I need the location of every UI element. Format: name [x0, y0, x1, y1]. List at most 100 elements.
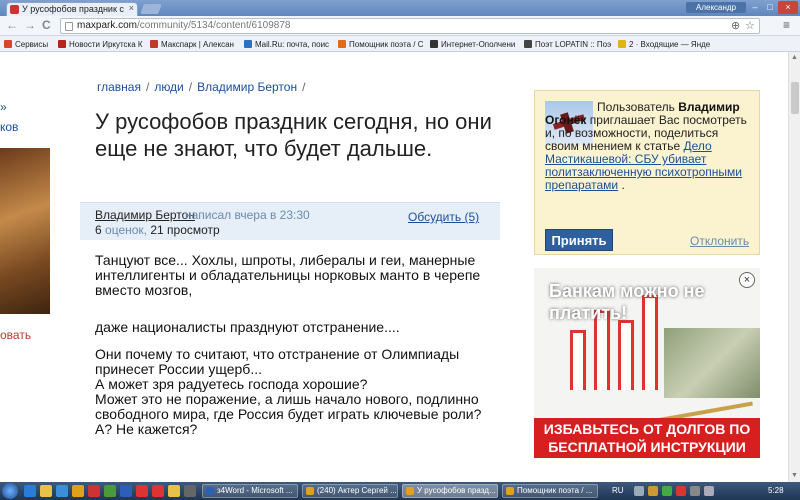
close-window-button[interactable]: × [778, 1, 798, 14]
tab-close-icon[interactable]: × [129, 3, 134, 13]
ad-footer-banner[interactable]: ИЗБАВЬТЕСЬ ОТ ДОЛГОВ ПО БЕСПЛАТНОЙ ИНСТР… [534, 418, 760, 458]
word-icon[interactable] [120, 485, 132, 497]
views-count: 21 просмотр [150, 223, 220, 237]
bookmark-item[interactable]: Сервисы [4, 38, 48, 50]
scroll-thumb[interactable] [791, 82, 799, 114]
clock[interactable]: 5:28 [768, 486, 784, 495]
bookmark-star-icon[interactable]: ☆ [745, 19, 755, 32]
page-scrollbar[interactable]: ▲ ▼ [788, 52, 800, 482]
tray-icon[interactable] [662, 486, 672, 496]
article-paragraph: даже националисты празднуют отстранение.… [95, 319, 400, 335]
author-link[interactable]: Владимир Бертон [95, 208, 195, 222]
scroll-up-icon[interactable]: ▲ [791, 54, 798, 61]
article-stats: 6 оценок, 21 просмотр [95, 223, 220, 237]
browser-title-bar: У русофобов праздник с × Александр – □ × [0, 0, 800, 16]
left-column-link[interactable]: » [0, 100, 7, 114]
tray-icon[interactable] [676, 486, 686, 496]
scroll-down-icon[interactable]: ▼ [791, 472, 798, 479]
browser-tab[interactable]: У русофобов праздник с × [6, 2, 138, 16]
taskbar-task[interactable]: Помощник поэта / ... [502, 484, 598, 498]
minimize-button[interactable]: – [748, 1, 762, 14]
ad-close-icon[interactable]: × [739, 272, 755, 288]
militia-favicon-icon [430, 40, 438, 48]
menu-wrench-icon[interactable]: ≡ [783, 18, 790, 32]
article-meta: Владимир Бертон написал вчера в 23:30 6 … [80, 202, 500, 240]
page-content: » ков овать главная / люди / Владимир Бертон… [0, 52, 788, 482]
taskbar-task[interactable]: з4Word - Microsoft ... [202, 484, 298, 498]
new-tab-button[interactable] [140, 4, 162, 14]
reload-icon[interactable]: C [42, 18, 51, 32]
lopatin-favicon-icon [524, 40, 532, 48]
media-icon[interactable] [56, 485, 68, 497]
tab-title: У русофобов праздник с [22, 4, 124, 14]
forward-arrow-icon[interactable]: → [24, 18, 36, 32]
browser-toolbar: ← → C maxpark.com/community/5134/content… [0, 16, 800, 36]
taskbar-task[interactable]: У русофобов празд... [402, 484, 498, 498]
article-paragraph: Может это не поражение, а лишь начало но… [95, 391, 482, 422]
invitation-box: Пользователь Владимир Огонёк приглашает … [534, 90, 760, 255]
chrome-icon[interactable] [72, 485, 84, 497]
bookmark-item[interactable]: Новости Иркутска К [58, 38, 143, 50]
left-column-link[interactable]: ков [0, 120, 18, 134]
tray-icon[interactable] [648, 486, 658, 496]
app-icon[interactable] [184, 485, 196, 497]
left-column-image[interactable] [0, 148, 50, 314]
breadcrumb-author[interactable]: Владимир Бертон [197, 80, 297, 94]
article-paragraph: Танцуют все... Хохлы, шпроты, либералы и… [95, 252, 481, 298]
bookmark-item[interactable]: Интернет-Ополчени [430, 38, 515, 50]
yandex-mail-icon [618, 40, 626, 48]
ad-headline: Банкам можно не платить! [549, 281, 705, 323]
news-favicon-icon [58, 40, 66, 48]
maxpark-favicon-icon [10, 5, 19, 14]
ad-money-image [664, 328, 760, 398]
chrome-icon [506, 487, 514, 495]
address-bar[interactable]: maxpark.com/community/5134/content/61098… [60, 18, 760, 34]
app-icon[interactable] [168, 485, 180, 497]
article-body: Танцуют все... Хохлы, шпроты, либералы и… [95, 253, 485, 437]
url-path: /community/5134/content/6109878 [137, 20, 291, 31]
maximize-button[interactable]: □ [763, 1, 777, 14]
tray-icon[interactable] [634, 486, 644, 496]
app-icon[interactable] [152, 485, 164, 497]
breadcrumb: главная / люди / Владимир Бертон / [97, 80, 306, 94]
article-paragraph: Они почему то считают, что отстранение о… [95, 346, 460, 377]
invitation-text: Пользователь Владимир Огонёк приглашает … [545, 100, 747, 192]
bookmark-item[interactable]: Макспарк | Алексан [150, 38, 234, 50]
app-icon[interactable] [104, 485, 116, 497]
network-icon[interactable] [704, 486, 714, 496]
accept-button[interactable]: Принять [545, 229, 613, 251]
bookmark-item[interactable]: Mail.Ru: почта, поис [244, 38, 329, 50]
app-icon[interactable] [136, 485, 148, 497]
profile-user-badge[interactable]: Александр [686, 2, 746, 13]
article-title: У русофобов праздник сегодня, но они еще… [95, 109, 492, 161]
taskbar-task[interactable]: (240) Актер Сергей ... [302, 484, 398, 498]
apps-grid-icon [4, 40, 12, 48]
volume-icon[interactable] [690, 486, 700, 496]
decline-link[interactable]: Отклонить [690, 234, 749, 248]
ratings-count: 6 [95, 223, 102, 237]
post-time: написал вчера в 23:30 [185, 208, 310, 222]
breadcrumb-people[interactable]: люди [154, 80, 183, 94]
bookmark-item[interactable]: Поэт LOPATIN :: Поэ [524, 38, 611, 50]
start-button[interactable] [2, 483, 18, 499]
url-domain: maxpark.com [77, 20, 138, 31]
explorer-icon[interactable] [40, 485, 52, 497]
language-indicator[interactable]: RU [612, 486, 624, 495]
discuss-link[interactable]: Обсудить (5) [408, 210, 479, 224]
article-paragraph: А может зря радуетесь господа хорошие? [95, 376, 368, 392]
back-arrow-icon[interactable]: ← [6, 18, 18, 32]
bookmark-item[interactable]: 2 · Входящие — Янде [618, 38, 710, 50]
opera-icon[interactable] [88, 485, 100, 497]
advertisement[interactable]: Банкам можно не платить! × ИЗБАВЬТЕСЬ ОТ… [534, 268, 760, 458]
left-column-red-link[interactable]: овать [0, 328, 31, 342]
ratings-label: оценок, [105, 223, 148, 237]
windows-taskbar: з4Word - Microsoft ... (240) Актер Серге… [0, 482, 800, 500]
ie-icon[interactable] [24, 485, 36, 497]
page-icon [65, 22, 73, 31]
breadcrumb-home[interactable]: главная [97, 80, 141, 94]
bookmark-item[interactable]: Помощник поэта / С [338, 38, 424, 50]
zoom-icon[interactable]: ⊕ [731, 19, 740, 32]
mail-ru-favicon-icon [244, 40, 252, 48]
chrome-icon [406, 487, 414, 495]
chrome-icon [306, 487, 314, 495]
